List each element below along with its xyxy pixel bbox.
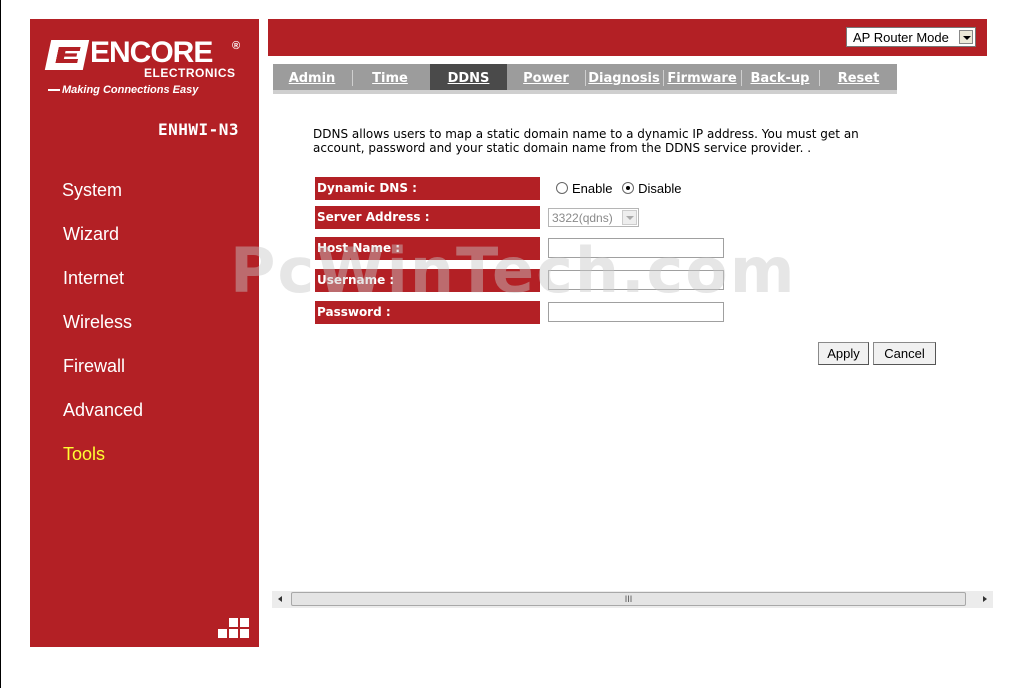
enable-radio[interactable] — [556, 182, 568, 194]
dynamic-dns-label: Dynamic DNS : — [315, 177, 540, 200]
encore-e-mark-icon — [44, 40, 90, 70]
mode-select-value: AP Router Mode — [853, 30, 949, 45]
sidebar-item-system[interactable]: System — [30, 175, 259, 219]
ddns-description: DDNS allows users to map a static domain… — [313, 127, 859, 155]
server-address-value: 3322(qdns) — [552, 211, 613, 225]
tab-back-up[interactable]: Back-up — [742, 64, 818, 92]
sidebar-item-firewall[interactable]: Firewall — [30, 351, 259, 395]
chevron-down-icon[interactable] — [959, 30, 973, 44]
model-name: ENHWI-N3 — [157, 120, 239, 139]
tab-firmware[interactable]: Firmware — [664, 64, 740, 92]
tab-time[interactable]: Time — [353, 64, 427, 92]
horizontal-scrollbar[interactable]: III — [272, 591, 993, 608]
cancel-button[interactable]: Cancel — [873, 342, 936, 365]
dynamic-dns-radio-group: Enable Disable — [556, 181, 687, 197]
top-bar: AP Router Mode — [268, 19, 987, 56]
mode-select[interactable]: AP Router Mode — [846, 27, 976, 47]
username-label: Username : — [315, 269, 540, 292]
tagline: Making Connections Easy — [48, 84, 198, 96]
password-label: Password : — [315, 301, 540, 324]
window-left-edge — [0, 0, 1, 688]
sidebar: ENCORE ® ELECTRONICS Making Connections … — [30, 19, 259, 647]
host-name-label: Host Name : — [315, 237, 540, 260]
disable-radio[interactable] — [622, 182, 635, 194]
sidebar-item-wireless[interactable]: Wireless — [30, 307, 259, 351]
sidebar-item-tools[interactable]: Tools — [30, 439, 259, 483]
tab-power[interactable]: Power — [509, 64, 583, 92]
server-address-select[interactable]: 3322(qdns) — [548, 208, 639, 227]
chevron-down-icon[interactable] — [622, 210, 637, 225]
tab-reset[interactable]: Reset — [820, 64, 897, 92]
password-input[interactable] — [548, 302, 724, 322]
sidebar-item-advanced[interactable]: Advanced — [30, 395, 259, 439]
disable-radio-label[interactable]: Disable — [638, 181, 681, 196]
grid-icon — [218, 618, 250, 640]
host-name-input[interactable] — [548, 238, 724, 258]
tab-diagnosis[interactable]: Diagnosis — [586, 64, 662, 92]
tab-bar: Admin Time DDNS Power Diagnosis Firmware… — [273, 64, 897, 92]
logo-registered-mark: ® — [232, 40, 241, 52]
tab-admin[interactable]: Admin — [273, 64, 351, 92]
sidebar-nav: System Wizard Internet Wireless Firewall… — [30, 175, 259, 483]
scrollbar-thumb[interactable]: III — [291, 592, 966, 606]
sidebar-item-internet[interactable]: Internet — [30, 263, 259, 307]
server-address-label: Server Address : — [315, 206, 540, 229]
scroll-left-icon[interactable] — [272, 591, 289, 608]
tagline-dash — [48, 89, 60, 92]
sidebar-item-wizard[interactable]: Wizard — [30, 219, 259, 263]
logo-subtitle: ELECTRONICS — [144, 66, 236, 80]
tab-ddns[interactable]: DDNS — [430, 64, 507, 92]
tagline-text: Making Connections Easy — [62, 84, 199, 96]
tab-bar-underline — [273, 90, 897, 94]
username-input[interactable] — [548, 270, 724, 290]
logo-name: ENCORE — [90, 36, 213, 69]
scroll-right-icon[interactable] — [976, 591, 993, 608]
enable-radio-label[interactable]: Enable — [572, 181, 612, 196]
apply-button[interactable]: Apply — [818, 342, 869, 365]
encore-logo: ENCORE ® ELECTRONICS — [44, 36, 248, 80]
